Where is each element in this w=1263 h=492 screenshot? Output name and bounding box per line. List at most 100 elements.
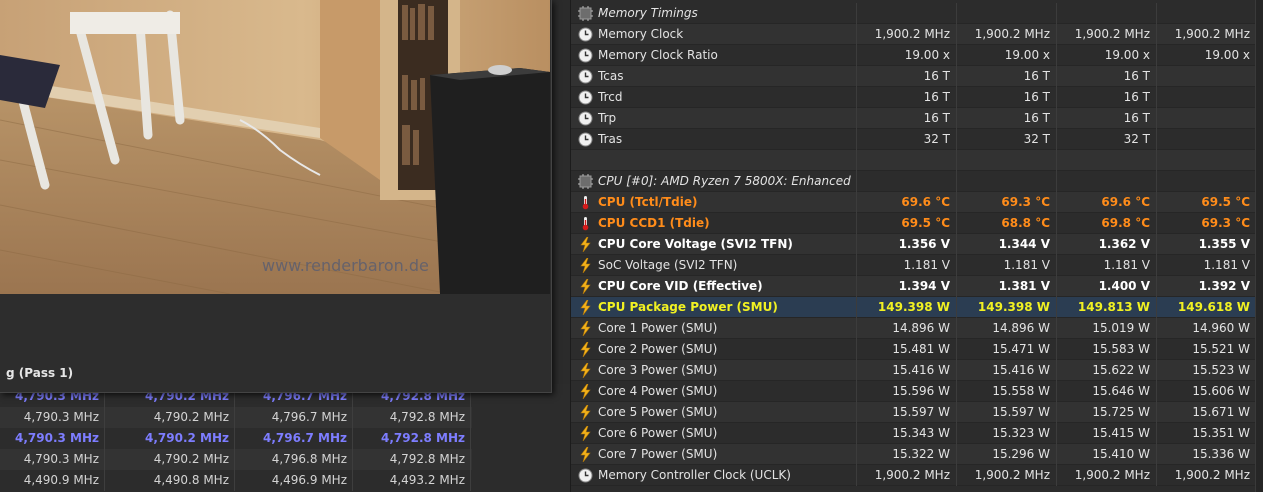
sensor-row[interactable]: CPU CCD1 (Tdie) 69.5 °C 68.8 °C 69.8 °C 69.3… [571, 213, 1263, 234]
lightning-icon [578, 236, 593, 253]
rendered-room-scene: www.renderbaron.de [0, 0, 550, 294]
sensor-value: 1.355 V [1156, 234, 1256, 255]
sensor-value: 16 T [956, 87, 1056, 108]
sensor-label: CPU Core Voltage (SVI2 TFN) [598, 237, 793, 251]
sensor-value: 16 T [1056, 108, 1156, 129]
sensor-row[interactable]: Trcd 16 T 16 T 16 T [571, 87, 1263, 108]
sensor-row[interactable]: Core 5 Power (SMU) 15.597 W 15.597 W 15.725… [571, 402, 1263, 423]
sensor-value: 14.896 W [856, 318, 956, 339]
sensor-row[interactable]: CPU Core Voltage (SVI2 TFN) 1.356 V 1.344 … [571, 234, 1263, 255]
background-table-cell: 4,792.8 MHz [353, 407, 471, 428]
sensor-label: CPU Core VID (Effective) [598, 279, 763, 293]
sensor-value: 15.351 W [1156, 423, 1256, 444]
background-table-cell: 4,790.2 MHz [105, 428, 235, 449]
sensor-value: 15.416 W [956, 360, 1056, 381]
sensor-row[interactable]: CPU Package Power (SMU) 149.398 W 149.398 … [571, 297, 1263, 318]
sensor-row[interactable] [571, 150, 1263, 171]
sensor-row[interactable]: Memory Clock Ratio 19.00 x 19.00 x 19.00 x1… [571, 45, 1263, 66]
clock-icon [578, 48, 593, 63]
sensor-value: 1.181 V [956, 255, 1056, 276]
sensor-value: 15.481 W [856, 339, 956, 360]
sensor-value: 1.381 V [956, 276, 1056, 297]
sensor-value: 16 T [1056, 66, 1156, 87]
sensor-row[interactable]: Core 7 Power (SMU) 15.322 W 15.296 W 15.410… [571, 444, 1263, 465]
sensor-row[interactable]: Core 3 Power (SMU) 15.416 W 15.416 W 15.622… [571, 360, 1263, 381]
sensor-value: 19.00 x [1056, 45, 1156, 66]
sensor-value: 69.6 °C [1056, 192, 1156, 213]
sensor-label: Core 1 Power (SMU) [598, 321, 718, 335]
lightning-icon [578, 446, 593, 463]
sensor-value: 19.00 x [856, 45, 956, 66]
sensor-value: 16 T [956, 66, 1056, 87]
clock-icon [578, 132, 593, 147]
sensor-value: 69.6 °C [856, 192, 956, 213]
sensor-row[interactable]: Tcas 16 T 16 T 16 T [571, 66, 1263, 87]
sensor-value [1156, 87, 1256, 108]
sensor-value: 15.322 W [856, 444, 956, 465]
lightning-icon [578, 404, 593, 421]
sensor-row[interactable]: Tras 32 T 32 T 32 T [571, 129, 1263, 150]
sensor-row[interactable]: SoC Voltage (SVI2 TFN) 1.181 V 1.181 V 1.18… [571, 255, 1263, 276]
sensor-value: 1,900.2 MHz [1156, 465, 1256, 486]
sensor-label: Trp [598, 111, 617, 125]
sensor-row[interactable]: Core 2 Power (SMU) 15.481 W 15.471 W 15.583… [571, 339, 1263, 360]
background-table-cell: 4,796.7 MHz [235, 407, 353, 428]
clock-icon [578, 27, 593, 42]
sensor-value: 15.416 W [856, 360, 956, 381]
sensor-value [856, 3, 956, 24]
sensor-label: Tcas [598, 69, 624, 83]
lightning-icon [578, 362, 593, 379]
render-window[interactable]: www.renderbaron.de g (Pass 1) [0, 0, 552, 393]
sensor-value: 15.471 W [956, 339, 1056, 360]
sensor-value: 15.323 W [956, 423, 1056, 444]
lightning-icon [578, 383, 593, 400]
background-table-cell: 4,796.7 MHz [235, 428, 353, 449]
sensor-row[interactable]: Memory Timings [571, 3, 1263, 24]
sensor-label: CPU (Tctl/Tdie) [598, 195, 698, 209]
thermometer-icon [578, 216, 593, 231]
sensor-value: 15.019 W [1056, 318, 1156, 339]
sensor-label: CPU CCD1 (Tdie) [598, 216, 710, 230]
sensor-row[interactable]: CPU (Tctl/Tdie) 69.6 °C 69.3 °C 69.6 °C 69.5… [571, 192, 1263, 213]
background-table-cell: 4,790.3 MHz [0, 428, 105, 449]
sensor-row[interactable]: Core 6 Power (SMU) 15.343 W 15.323 W 15.415… [571, 423, 1263, 444]
chip-icon [578, 6, 593, 21]
sensor-row[interactable]: CPU [#0]: AMD Ryzen 7 5800X: Enhanced [571, 171, 1263, 192]
clock-icon [578, 69, 593, 84]
sensor-label: SoC Voltage (SVI2 TFN) [598, 258, 738, 272]
clock-icon [578, 468, 593, 483]
sensor-value: 19.00 x [956, 45, 1056, 66]
sensor-value: 15.343 W [856, 423, 956, 444]
sensor-value: 1.181 V [1056, 255, 1156, 276]
sensor-value: 69.8 °C [1056, 213, 1156, 234]
sensor-value: 15.597 W [956, 402, 1056, 423]
sensor-row[interactable]: Trp 16 T 16 T 16 T [571, 108, 1263, 129]
sensor-value: 32 T [856, 129, 956, 150]
sensor-value: 16 T [856, 66, 956, 87]
sensor-label: Core 2 Power (SMU) [598, 342, 718, 356]
sensor-label: CPU [#0]: AMD Ryzen 7 5800X: Enhanced [598, 174, 851, 188]
sensor-row[interactable]: Memory Clock 1,900.2 MHz 1,900.2 MHz 1,900.… [571, 24, 1263, 45]
background-table-cell: 4,792.8 MHz [353, 449, 471, 470]
sensor-value: 1,900.2 MHz [1056, 24, 1156, 45]
sensor-value: 1.344 V [956, 234, 1056, 255]
sensor-value: 15.296 W [956, 444, 1056, 465]
background-table-cell: 4,790.3 MHz [0, 449, 105, 470]
sensor-value: 149.813 W [1056, 297, 1156, 318]
sensor-value: 15.597 W [856, 402, 956, 423]
sensor-value: 149.398 W [956, 297, 1056, 318]
sensor-value: 1,900.2 MHz [856, 24, 956, 45]
sensor-value [1156, 150, 1256, 171]
background-table-cell: 4,493.2 MHz [353, 470, 471, 491]
sensor-row[interactable]: Core 4 Power (SMU) 15.596 W 15.558 W 15.646… [571, 381, 1263, 402]
sensor-row[interactable]: Memory Controller Clock (UCLK) 1,900.2 MH… [571, 465, 1263, 486]
sensor-value [1156, 3, 1256, 24]
sensor-row[interactable]: CPU Core VID (Effective) 1.394 V 1.381 V 1.… [571, 276, 1263, 297]
sensor-row[interactable]: Core 1 Power (SMU) 14.896 W 14.896 W 15.019… [571, 318, 1263, 339]
lightning-icon [578, 257, 593, 274]
sensor-value: 1.181 V [1156, 255, 1256, 276]
background-table-cell: 4,790.2 MHz [105, 449, 235, 470]
background-sensor-table: 4,790.3 MHz 4,790.2 MHz 4,796.7 MHz 4,792.8… [0, 384, 570, 492]
sensor-scrollbar[interactable] [1255, 0, 1263, 492]
sensor-panel[interactable]: Memory Timings Memory Clock 1,900.2 MHz 1,9… [570, 0, 1263, 492]
